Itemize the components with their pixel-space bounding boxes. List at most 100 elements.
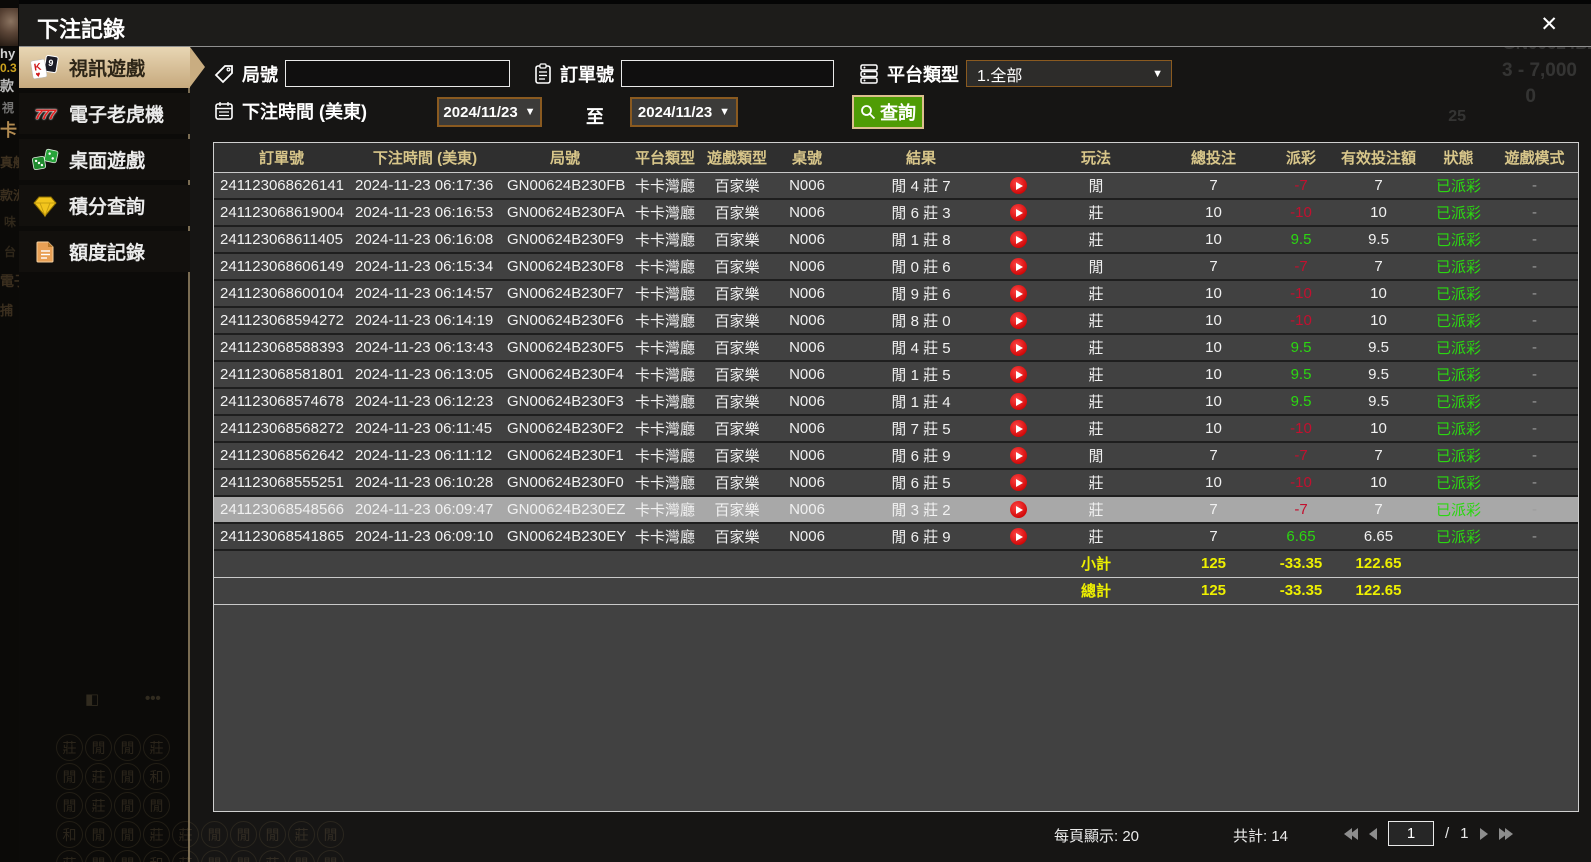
next-page-button[interactable] — [1479, 827, 1488, 840]
order-input[interactable] — [621, 60, 834, 87]
sidebar-item-video-games[interactable]: 9 K ♥ 視訊遊戲 — [19, 47, 205, 88]
cell-round_no: GN00624B230EZ — [501, 496, 629, 524]
chevron-down-icon: ▼ — [1152, 67, 1163, 80]
cell-total_bet: 10 — [1156, 388, 1271, 416]
pagination-bar: 每頁顯示: 20 共計: 14 / 1 — [192, 815, 1591, 855]
cell-bet_side: 莊 — [1036, 199, 1156, 227]
column-header-platform: 平台類型 — [629, 143, 701, 173]
play-video-button[interactable] — [1010, 312, 1027, 330]
cell-status: 已派彩 — [1426, 253, 1491, 281]
cell-play — [1001, 199, 1036, 227]
cell-game_mode: - — [1491, 415, 1578, 443]
play-video-button[interactable] — [1010, 204, 1027, 222]
subtotal-result — [841, 549, 1001, 578]
play-video-button[interactable] — [1010, 393, 1027, 411]
bg-fragment: 卡 — [0, 121, 17, 140]
cell-play — [1001, 226, 1036, 254]
cell-status: 已派彩 — [1426, 280, 1491, 308]
total-game_type — [701, 576, 773, 605]
column-header-payout: 派彩 — [1271, 143, 1331, 173]
cell-game_type: 百家樂 — [701, 469, 773, 497]
table-row[interactable]: 241123068574678 2024-11-23 06:12:23 GN0062… — [214, 388, 1578, 416]
cell-order_no: 241123068574678 — [214, 388, 349, 416]
page-number-input[interactable] — [1388, 821, 1434, 846]
table-row[interactable]: 241123068555251 2024-11-23 06:10:28 GN0062… — [214, 469, 1578, 497]
cell-platform: 卡卡灣廳 — [629, 334, 701, 362]
round-input[interactable] — [285, 60, 510, 87]
playing-cards-icon: 9 K ♥ — [29, 54, 61, 82]
cell-total_bet: 10 — [1156, 334, 1271, 362]
platform-select[interactable]: 1.全部 ▼ — [966, 60, 1172, 87]
sidebar-item-table-games[interactable]: 桌面遊戲 — [19, 139, 190, 180]
cell-valid_bet: 7 — [1331, 253, 1426, 281]
column-header-bet_side: 玩法 — [1036, 143, 1156, 173]
table-row[interactable]: 241123068581801 2024-11-23 06:13:05 GN0062… — [214, 361, 1578, 389]
column-header-total_bet: 總投注 — [1156, 143, 1271, 173]
cell-game_type: 百家樂 — [701, 226, 773, 254]
search-button[interactable]: 查詢 — [852, 95, 924, 129]
total-status — [1426, 576, 1491, 605]
cell-valid_bet: 10 — [1331, 469, 1426, 497]
cell-game_mode: - — [1491, 226, 1578, 254]
cell-play — [1001, 280, 1036, 308]
play-video-button[interactable] — [1010, 339, 1027, 357]
table-row[interactable]: 241123068588393 2024-11-23 06:13:43 GN0062… — [214, 334, 1578, 362]
cell-play — [1001, 172, 1036, 200]
table-row[interactable]: 241123068626141 2024-11-23 06:17:36 GN0062… — [214, 172, 1578, 200]
play-video-button[interactable] — [1010, 501, 1027, 519]
play-video-button[interactable] — [1010, 177, 1027, 195]
play-video-button[interactable] — [1010, 447, 1027, 465]
play-video-button[interactable] — [1010, 285, 1027, 303]
subtotal-play — [1001, 549, 1036, 578]
play-video-button[interactable] — [1010, 258, 1027, 276]
table-row[interactable]: 241123068594272 2024-11-23 06:14:19 GN0062… — [214, 307, 1578, 335]
table-row[interactable]: 241123068568272 2024-11-23 06:11:45 GN0062… — [214, 415, 1578, 443]
subtotal-order_no — [214, 549, 349, 578]
cell-status: 已派彩 — [1426, 496, 1491, 524]
table-row[interactable]: 241123068619004 2024-11-23 06:16:53 GN0062… — [214, 199, 1578, 227]
play-video-button[interactable] — [1010, 420, 1027, 438]
cell-game_mode: - — [1491, 442, 1578, 470]
cell-order_no: 241123068541865 — [214, 523, 349, 551]
table-row[interactable]: 241123068611405 2024-11-23 06:16:08 GN0062… — [214, 226, 1578, 254]
cell-game_type: 百家樂 — [701, 361, 773, 389]
cell-status: 已派彩 — [1426, 442, 1491, 470]
cell-result: 閒 4 莊 7 — [841, 172, 1001, 200]
table-row[interactable]: 241123068562642 2024-11-23 06:11:12 GN0062… — [214, 442, 1578, 470]
table-row[interactable]: 241123068600104 2024-11-23 06:14:57 GN0062… — [214, 280, 1578, 308]
table-row[interactable]: 241123068606149 2024-11-23 06:15:34 GN0062… — [214, 253, 1578, 281]
cell-status: 已派彩 — [1426, 361, 1491, 389]
table-row[interactable]: 241123068541865 2024-11-23 06:09:10 GN0062… — [214, 523, 1578, 551]
cell-round_no: GN00624B230F8 — [501, 253, 629, 281]
last-page-button[interactable] — [1498, 827, 1513, 840]
cell-payout: 9.5 — [1271, 361, 1331, 389]
sidebar-item-points[interactable]: 積分查詢 — [19, 185, 190, 226]
cell-payout: -10 — [1271, 469, 1331, 497]
play-video-button[interactable] — [1010, 474, 1027, 492]
cell-result: 閒 6 莊 5 — [841, 469, 1001, 497]
play-video-button[interactable] — [1010, 366, 1027, 384]
date-to-select[interactable]: 2024/11/23 ▼ — [630, 97, 738, 127]
sidebar-item-slots[interactable]: 777 電子老虎機 — [19, 93, 190, 134]
cell-order_no: 241123068611405 — [214, 226, 349, 254]
cell-round_no: GN00624B230F7 — [501, 280, 629, 308]
cell-payout: -7 — [1271, 172, 1331, 200]
total-game_mode — [1491, 576, 1578, 605]
cell-status: 已派彩 — [1426, 334, 1491, 362]
sidebar-item-credit-records[interactable]: 額度記錄 — [19, 231, 190, 272]
date-from-select[interactable]: 2024/11/23 ▼ — [437, 97, 542, 127]
play-video-button[interactable] — [1010, 528, 1027, 546]
cell-total_bet: 10 — [1156, 199, 1271, 227]
table-row[interactable]: 241123068548566 2024-11-23 06:09:47 GN0062… — [214, 496, 1578, 524]
cell-bet_side: 閒 — [1036, 172, 1156, 200]
bg-fragment: hy — [0, 46, 16, 61]
search-button-label: 查詢 — [880, 103, 916, 123]
table-header-row: 訂單號 下注時間 (美東) 局號 平台類型 遊戲類型 桌號 結果 玩法 總投注 派彩 有效投注額 狀態… — [214, 143, 1578, 173]
close-icon[interactable]: ✕ — [1540, 12, 1558, 38]
cell-platform: 卡卡灣廳 — [629, 388, 701, 416]
prev-page-button[interactable] — [1369, 827, 1377, 840]
cell-game_type: 百家樂 — [701, 496, 773, 524]
first-page-button[interactable] — [1344, 827, 1358, 840]
play-video-button[interactable] — [1010, 231, 1027, 249]
cell-platform: 卡卡灣廳 — [629, 523, 701, 551]
